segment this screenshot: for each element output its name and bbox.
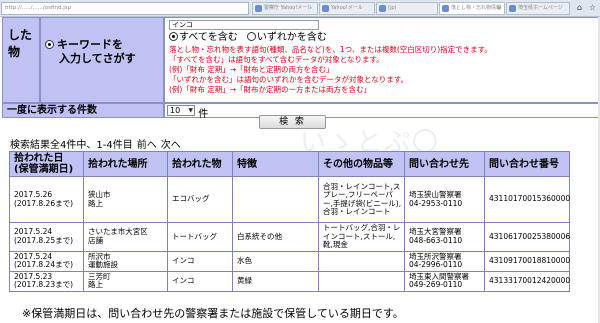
cell-other [318,270,405,292]
keyword-panel: すべてを含む いずれかを含む 落とし物・忘れ物を表す語句(種類、品名など)を、1… [164,17,600,103]
tab-favicon-icon [255,5,262,12]
browser-toolbar: http://...../....../osfind.jsp 警察庁 Yahoo… [0,0,600,17]
results-table: 拾われた日 (保管満期日) 拾われた場所 拾われた物 特徴 その他の物品等 問い… [9,151,570,292]
display-count-field: 10 ▼ 件 [164,103,600,120]
keyword-input[interactable] [169,20,319,30]
cell-date: 2017.5.26 (2017.8.26まで) [9,176,84,223]
table-row: 2017.5.26 (2017.8.26まで) 狭山市 路上 エコバッグ 合羽・… [9,176,570,223]
tab-favicon-icon [379,5,386,12]
display-count-select[interactable]: 10 ▼ [167,105,195,116]
tab-label: 落とし物・忘れ物情報 [451,5,502,11]
table-row: 2017.5.24 (2017.8.24まで) 所沢市 運動施設 インコ 水色 … [9,250,570,272]
cell-item: エコバッグ [167,176,233,223]
tab-favicon-icon [509,5,516,12]
cell-item: トートバッグ [167,222,233,252]
prev-page-link[interactable]: 前へ [137,140,157,151]
cell-place: 三芳町 路上 [83,270,168,292]
tab-label: 警察庁 Yahoo!メール [264,5,313,11]
browser-tab[interactable]: (jp) [376,2,438,15]
search-button[interactable]: 検 索 [259,115,326,129]
tab-label: Yahoo!メール [331,5,363,11]
col-header-contact: 問い合わせ先 [404,151,485,177]
next-page-link[interactable]: 次へ [161,140,181,151]
cell-place: 所沢市 運動施設 [83,250,168,272]
cell-other: 合羽・レインコート,スプレー,フリーペーパー,手提げ袋(ビニール),合羽・レイン… [318,176,405,223]
display-count-unit: 件 [198,109,209,120]
browser-tab[interactable]: 警察庁 Yahoo!メール [252,2,318,15]
help-note: (例)「財布 定期」→「財布か定期の一方または両方を含む」 [169,85,372,94]
table-row: 2017.5.23 (2017.8.23まで) 三芳町 路上 インコ 黄緑 埼玉… [9,270,570,292]
cell-contact: 埼玉狭山警察署 04-2953-0110 [404,176,485,223]
cell-date: 2017.5.24 (2017.8.24まで) [9,250,84,272]
cell-feature: 水色 [232,250,319,272]
match-any-radio[interactable] [246,32,256,41]
keyword-label-line2: 入力してさがす [59,52,136,65]
help-note: 落とし物・忘れ物を表す語句(種類、品名など)を、1つ、または複数(空白区切り)指… [169,45,492,54]
table-header-row: 拾われた日 (保管満期日) 拾われた場所 拾われた物 特徴 その他の物品等 問い… [9,151,570,177]
match-any-label[interactable]: いずれかを含む [257,32,327,43]
cell-contact: 埼玉大宮警察署 048-663-0110 [404,222,485,252]
retention-footnote: ※保管満期日は、問い合わせ先の警察署または施設で保管している期日です。 [22,307,404,320]
browser-tab-active[interactable]: 落とし物・忘れ物情報 × [439,2,505,15]
address-bar[interactable]: http://...../....../osfind.jsp [1,2,249,15]
home-icon[interactable]: ⌂ [574,2,585,14]
display-count-label: 一度に表示する件数 [2,103,164,118]
keyword-search-option[interactable]: キーワードを 入力してさがす [40,17,164,103]
chevron-down-icon: ▼ [188,107,193,114]
cell-feature: 黄緑 [232,270,319,292]
display-count-value: 10 [170,106,181,115]
col-header-date: 拾われた日 (保管満期日) [9,151,84,177]
table-row: 2017.5.24 (2017.8.25まで) さいたま市大宮区 店舗 トートバ… [9,222,570,252]
cell-item: インコ [167,270,233,292]
cell-feature: 白系統その他 [232,222,319,252]
cell-date: 2017.5.24 (2017.8.25まで) [9,222,84,252]
match-mode-group: すべてを含む いずれかを含む [169,32,599,44]
col-header-feature: 特徴 [232,151,319,177]
keyword-label-line1: キーワードを [57,38,123,51]
browser-tab[interactable]: 埼玉県ホームページ [506,2,570,15]
col-header-other: その他の物品等 [318,151,405,177]
col-header-item: 拾われた物 [167,151,233,177]
cell-contact: 埼玉東入間警察署 049-269-0110 [404,270,485,292]
match-all-label[interactable]: すべてを含む [179,32,238,43]
cell-place: 狭山市 路上 [83,176,168,223]
col-header-place: 拾われた場所 [83,151,168,177]
result-count-text: 検索結果全4件中、1-4件目 [10,140,133,151]
help-note: 「いずれかを含む」は語句のいずれかを含むデータが対象となります。 [169,75,409,84]
cell-number: 43110170015360000 [484,176,570,223]
browser-tab[interactable]: Yahoo!メール [319,2,375,15]
tab-favicon-icon [322,5,329,12]
help-note: 「すべてを含む」は語句をすべて含むデータが対象となります。 [169,55,384,64]
cell-number: 43106170025380006 [484,222,570,252]
cell-item: インコ [167,250,233,272]
search-conditions: した物 キーワードを 入力してさがす すべてを含む いずれかを含む 落とし物・忘… [0,17,600,108]
cell-other: トートバッグ,合羽・レインコート,ストール,靴,現金 [318,222,405,252]
col-header-number: 問い合わせ番号 [484,151,570,177]
cell-number: 43133170012420000 [484,270,570,292]
tab-favicon-icon [442,5,449,12]
cell-number: 43109170018810000 [484,250,570,272]
category-label: した物 [2,17,40,103]
help-note: (例)「財布 定期」→「財布と定期の両方を含む」 [169,65,334,74]
result-summary: 検索結果全4件中、1-4件目 前へ 次へ [10,136,185,151]
cell-feature [232,176,319,223]
cell-contact: 埼玉所沢警察署 04-2996-0110 [404,250,485,272]
close-tab-icon[interactable]: × [497,3,502,14]
tab-label: (jp) [388,5,397,11]
star-icon[interactable]: ☆ [587,2,598,14]
keyword-mode-radio[interactable] [45,40,54,49]
cell-place: さいたま市大宮区 店舗 [83,222,168,252]
cell-other [318,250,405,272]
cell-date: 2017.5.23 (2017.8.23まで) [9,270,84,292]
match-all-radio[interactable] [169,32,178,41]
tab-label: 埼玉県ホームページ [518,5,563,11]
